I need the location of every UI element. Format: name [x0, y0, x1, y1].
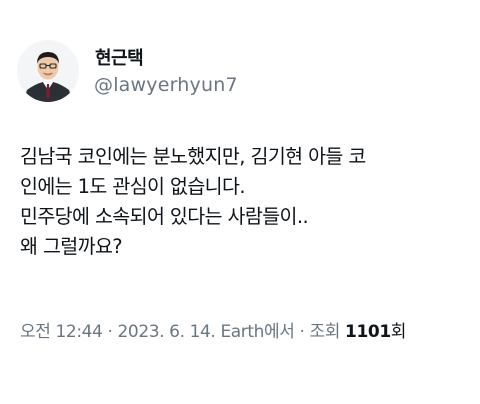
tweet-date[interactable]: 2023. 6. 14.: [118, 322, 216, 342]
views-label: 조회: [309, 322, 341, 342]
tweet-text-line: 인에는 1도 관심이 없습니다.: [20, 175, 246, 198]
tweet-metadata: 오전 12:44 · 2023. 6. 14. Earth에서 · 조회 110…: [20, 317, 406, 342]
tweet-source: Earth에서: [220, 322, 295, 342]
separator: ·: [102, 322, 118, 342]
tweet-text: 김남국 코인에는 분노했지만, 김기현 아들 코 인에는 1도 관심이 없습니다…: [20, 142, 475, 262]
views-count: 1101: [345, 322, 391, 342]
tweet-text-line: 김남국 코인에는 분노했지만, 김기현 아들 코: [20, 145, 366, 168]
tweet-time[interactable]: 오전 12:44: [20, 322, 103, 342]
tweet-text-line: 민주당에 소속되어 있다는 사람들이..: [20, 205, 309, 228]
views-unit: 회: [390, 322, 407, 342]
avatar[interactable]: [17, 40, 79, 102]
user-handle[interactable]: @lawyerhyun7: [94, 74, 238, 96]
display-name[interactable]: 현근택: [95, 44, 144, 70]
avatar-portrait-icon: [17, 40, 79, 102]
tweet-text-line: 왜 그럴까요?: [20, 235, 123, 258]
tweet-card: 현근택 @lawyerhyun7 김남국 코인에는 분노했지만, 김기현 아들 …: [0, 0, 480, 404]
separator: ·: [294, 322, 310, 342]
